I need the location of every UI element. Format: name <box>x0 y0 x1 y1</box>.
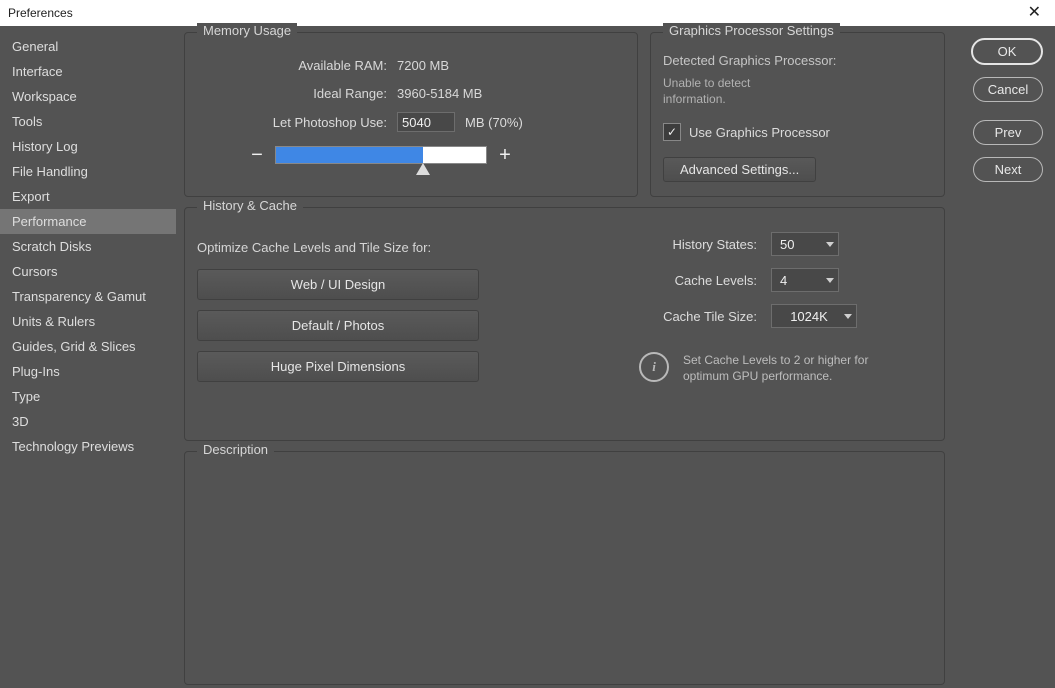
sidebar-item-type[interactable]: Type <box>0 384 176 409</box>
graphics-settings-group: Graphics Processor Settings Detected Gra… <box>650 32 945 197</box>
sidebar-item-transparency-gamut[interactable]: Transparency & Gamut <box>0 284 176 309</box>
ok-button[interactable]: OK <box>971 38 1043 65</box>
memory-slider[interactable] <box>275 146 487 164</box>
detected-processor-info: Unable to detect information. <box>663 76 813 107</box>
cancel-button[interactable]: Cancel <box>973 77 1043 102</box>
cache-levels-value: 4 <box>780 273 820 288</box>
window-title: Preferences <box>8 6 73 20</box>
chevron-down-icon <box>826 242 834 247</box>
prev-button[interactable]: Prev <box>973 120 1043 145</box>
cache-levels-label: Cache Levels: <box>587 273 771 288</box>
sidebar-item-cursors[interactable]: Cursors <box>0 259 176 284</box>
memory-legend: Memory Usage <box>197 23 297 38</box>
ideal-range-label: Ideal Range: <box>197 86 397 101</box>
sidebar-item-interface[interactable]: Interface <box>0 59 176 84</box>
ideal-range-value: 3960-5184 MB <box>397 86 482 101</box>
sidebar-item-units-rulers[interactable]: Units & Rulers <box>0 309 176 334</box>
chevron-down-icon <box>826 278 834 283</box>
let-photoshop-use-suffix: MB (70%) <box>465 115 523 130</box>
sidebar-item-export[interactable]: Export <box>0 184 176 209</box>
memory-plus-icon[interactable]: + <box>493 145 517 165</box>
sidebar-item-workspace[interactable]: Workspace <box>0 84 176 109</box>
cache-info-text: Set Cache Levels to 2 or higher for opti… <box>683 352 913 384</box>
memory-minus-icon[interactable]: − <box>245 145 269 165</box>
cache-tile-size-select[interactable]: 1024K <box>771 304 857 328</box>
sidebar-item-plug-ins[interactable]: Plug-Ins <box>0 359 176 384</box>
sidebar-item-guides-grid-slices[interactable]: Guides, Grid & Slices <box>0 334 176 359</box>
memory-slider-thumb[interactable] <box>416 163 430 175</box>
next-button[interactable]: Next <box>973 157 1043 182</box>
sidebar-item-history-log[interactable]: History Log <box>0 134 176 159</box>
history-states-label: History States: <box>587 237 771 252</box>
history-cache-group: History & Cache Optimize Cache Levels an… <box>184 207 945 441</box>
let-photoshop-use-input[interactable] <box>397 112 455 132</box>
cache-tile-size-value: 1024K <box>780 309 838 324</box>
close-icon[interactable]: ✕ <box>1022 5 1047 21</box>
let-photoshop-use-label: Let Photoshop Use: <box>197 115 397 130</box>
description-legend: Description <box>197 442 274 457</box>
use-graphics-processor-label: Use Graphics Processor <box>689 125 830 140</box>
available-ram-value: 7200 MB <box>397 58 449 73</box>
advanced-settings-button[interactable]: Advanced Settings... <box>663 157 816 182</box>
sidebar-item-file-handling[interactable]: File Handling <box>0 159 176 184</box>
sidebar-item-performance[interactable]: Performance <box>0 209 176 234</box>
sidebar-item-3d[interactable]: 3D <box>0 409 176 434</box>
history-states-value: 50 <box>780 237 820 252</box>
sidebar-item-technology-previews[interactable]: Technology Previews <box>0 434 176 459</box>
memory-usage-group: Memory Usage Available RAM: 7200 MB Idea… <box>184 32 638 197</box>
use-graphics-processor-checkbox[interactable]: ✓ <box>663 123 681 141</box>
detected-processor-label: Detected Graphics Processor: <box>663 53 932 68</box>
optimize-huge-pixel-button[interactable]: Huge Pixel Dimensions <box>197 351 479 382</box>
info-icon: i <box>639 352 669 382</box>
sidebar-item-tools[interactable]: Tools <box>0 109 176 134</box>
sidebar-item-general[interactable]: General <box>0 34 176 59</box>
optimize-label: Optimize Cache Levels and Tile Size for: <box>197 240 497 255</box>
available-ram-label: Available RAM: <box>197 58 397 73</box>
chevron-down-icon <box>844 314 852 319</box>
sidebar-item-scratch-disks[interactable]: Scratch Disks <box>0 234 176 259</box>
description-group: Description <box>184 451 945 685</box>
history-states-select[interactable]: 50 <box>771 232 839 256</box>
preferences-sidebar: General Interface Workspace Tools Histor… <box>0 26 176 688</box>
optimize-default-photos-button[interactable]: Default / Photos <box>197 310 479 341</box>
history-cache-legend: History & Cache <box>197 198 303 213</box>
graphics-legend: Graphics Processor Settings <box>663 23 840 38</box>
optimize-web-ui-button[interactable]: Web / UI Design <box>197 269 479 300</box>
cache-tile-size-label: Cache Tile Size: <box>587 309 771 324</box>
cache-levels-select[interactable]: 4 <box>771 268 839 292</box>
